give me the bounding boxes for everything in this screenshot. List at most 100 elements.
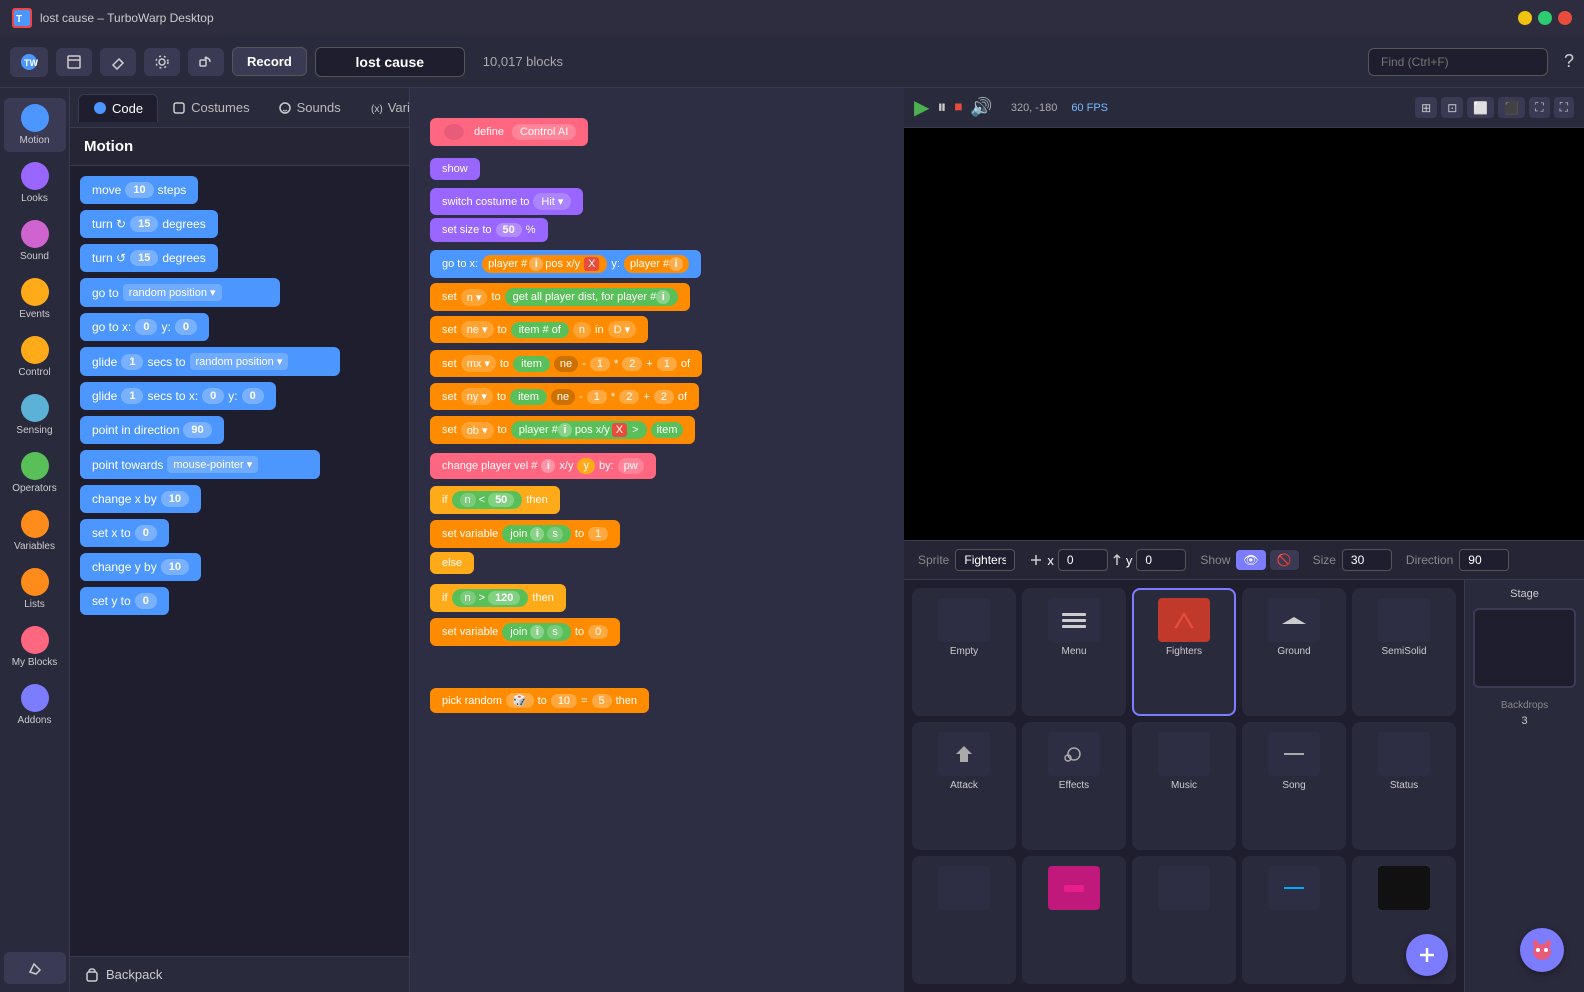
costume-dropdown[interactable]: Hit ▾ [533,193,571,210]
script-set-mx[interactable]: set mx ▾ to item ne - 1 * 2 + 1 of [430,350,702,377]
block-point-towards[interactable]: point towards mouse-pointer ▾ [80,450,320,479]
category-sound[interactable]: Sound [4,214,66,268]
player-x-block[interactable]: player #i pos x/yX [482,255,607,273]
tab-code[interactable]: Code [78,94,158,122]
size-input[interactable] [1342,549,1392,571]
mx-dropdown[interactable]: mx ▾ [461,355,496,372]
block-move-val[interactable]: 10 [125,182,153,198]
val2[interactable]: 2 [622,357,642,371]
sprite-thumb-music[interactable]: Music [1132,722,1236,850]
script-define-block[interactable]: define Control AI [430,118,588,146]
layout-2-button[interactable]: ⊡ [1441,97,1463,118]
n-var[interactable]: n [573,322,591,338]
block-change-x[interactable]: change x by 10 [80,485,201,513]
val5[interactable]: 2 [619,390,639,404]
hide-eye-button[interactable]: 🚫 [1270,550,1299,570]
block-glide-xy[interactable]: glide 1 secs to x: 0 y: 0 [80,382,276,410]
stage-mini-preview[interactable] [1473,608,1576,688]
y-input[interactable] [1136,549,1186,571]
maximize-button[interactable] [1538,11,1552,25]
category-looks[interactable]: Looks [4,156,66,210]
script-show-block[interactable]: show [430,158,480,180]
direction-input[interactable] [1459,549,1509,571]
sprite-thumb-13[interactable] [1132,856,1236,984]
tab-costumes[interactable]: Costumes [158,94,264,121]
show-eye-button[interactable]: 👁 [1236,550,1265,570]
script-change-vel[interactable]: change player vel # i x/y y by: pw [430,453,656,479]
category-control[interactable]: Control [4,330,66,384]
sprite-thumb-attack[interactable]: Attack [912,722,1016,850]
sprite-name-input[interactable] [955,549,1015,571]
settings-button[interactable] [144,48,180,76]
d-dropdown[interactable]: D ▾ [608,321,637,338]
project-name[interactable]: lost cause [315,47,465,77]
script-set-var[interactable]: set variable join i s to 1 [430,520,620,548]
category-operators[interactable]: Operators [4,446,66,500]
find-input[interactable] [1368,48,1548,76]
speaker-button[interactable]: 🔊 [970,97,992,118]
ny-dropdown[interactable]: ny ▾ [461,388,493,405]
script-if-n2[interactable]: if n > 120 then [430,584,566,612]
block-change-x-val[interactable]: 10 [161,491,189,507]
sprite-thumb-12[interactable] [1022,856,1126,984]
block-glide-random[interactable]: glide 1 secs to random position ▾ [80,347,340,376]
block-goto-xy[interactable]: go to x: 0 y: 0 [80,313,209,341]
block-set-y[interactable]: set y to 0 [80,587,169,615]
fullscreen-button[interactable]: ⛶ [1554,97,1574,118]
n-dropdown[interactable]: n ▾ [461,289,488,306]
script-goto-player[interactable]: go to x: player #i pos x/yX y: player #i [430,250,701,278]
block-glide-xy-y[interactable]: 0 [242,388,264,404]
edit-menu-button[interactable] [100,48,136,76]
script-costume-block[interactable]: switch costume to Hit ▾ [430,188,583,215]
close-button[interactable] [1558,11,1572,25]
script-area[interactable]: define Control AI show switch costume to… [410,88,904,992]
block-goto-y-val[interactable]: 0 [175,319,197,335]
category-sensing[interactable]: Sensing [4,388,66,442]
block-goto-random[interactable]: go to random position ▾ [80,278,280,307]
size-val[interactable]: 50 [496,223,522,237]
sprite-thumb-menu[interactable]: Menu [1022,588,1126,716]
block-glide-xy-val[interactable]: 1 [121,388,143,404]
turbowarp-menu-button[interactable]: TW [10,47,48,77]
block-goto-dropdown[interactable]: random position ▾ [123,284,222,301]
val3[interactable]: 1 [657,357,677,371]
block-point-dir-val[interactable]: 90 [183,422,211,438]
block-glide-dropdown[interactable]: random position ▾ [190,353,289,370]
script-set-n[interactable]: set n ▾ to get all player dist, for play… [430,283,690,311]
pick-max[interactable]: 10 [551,694,577,708]
block-set-x[interactable]: set x to 0 [80,519,169,547]
category-lists[interactable]: Lists [4,562,66,616]
block-set-x-val[interactable]: 0 [135,525,157,541]
layout-4-button[interactable]: ⬛ [1498,97,1525,118]
val-1[interactable]: 1 [588,527,608,541]
pause-button[interactable]: ⏸ [937,97,946,118]
sprite-thumb-effects[interactable]: Effects [1022,722,1126,850]
block-glide-val[interactable]: 1 [121,354,143,370]
category-motion[interactable]: Motion [4,98,66,152]
block-turn-right[interactable]: turn ↻ 15 degrees [80,210,218,238]
sprite-thumb-11[interactable] [912,856,1016,984]
block-point-towards-dropdown[interactable]: mouse-pointer ▾ [167,456,258,473]
script-set-ne[interactable]: set ne ▾ to item # of n in D ▾ [430,316,648,343]
block-goto-x-val[interactable]: 0 [135,319,157,335]
block-change-y-val[interactable]: 10 [161,559,189,575]
ne-dropdown[interactable]: ne ▾ [461,321,494,338]
script-set-ob[interactable]: set ob ▾ to player #i pos x/yX > item [430,416,695,444]
category-addons[interactable]: Addons [4,678,66,732]
script-set-var2[interactable]: set variable join i s to 0 [430,618,620,646]
sprite-thumb-fighters[interactable]: Fighters [1132,588,1236,716]
val1[interactable]: 1 [590,357,610,371]
file-menu-button[interactable] [56,48,92,76]
layout-5-button[interactable]: ⛶ [1529,97,1549,118]
tab-sounds[interactable]: Sounds [264,94,355,121]
ob-dropdown[interactable]: ob ▾ [461,422,494,439]
player-y-block[interactable]: player #i [624,255,689,273]
x-input[interactable] [1058,549,1108,571]
val6[interactable]: 2 [654,390,674,404]
sprite-thumb-14[interactable] [1242,856,1346,984]
layout-1-button[interactable]: ⊞ [1415,97,1437,118]
block-glide-xy-x[interactable]: 0 [202,388,224,404]
sprite-thumb-ground[interactable]: Ground [1242,588,1346,716]
category-myblocks[interactable]: My Blocks [4,620,66,674]
sprite-thumb-semisolid[interactable]: SemiSolid [1352,588,1456,716]
